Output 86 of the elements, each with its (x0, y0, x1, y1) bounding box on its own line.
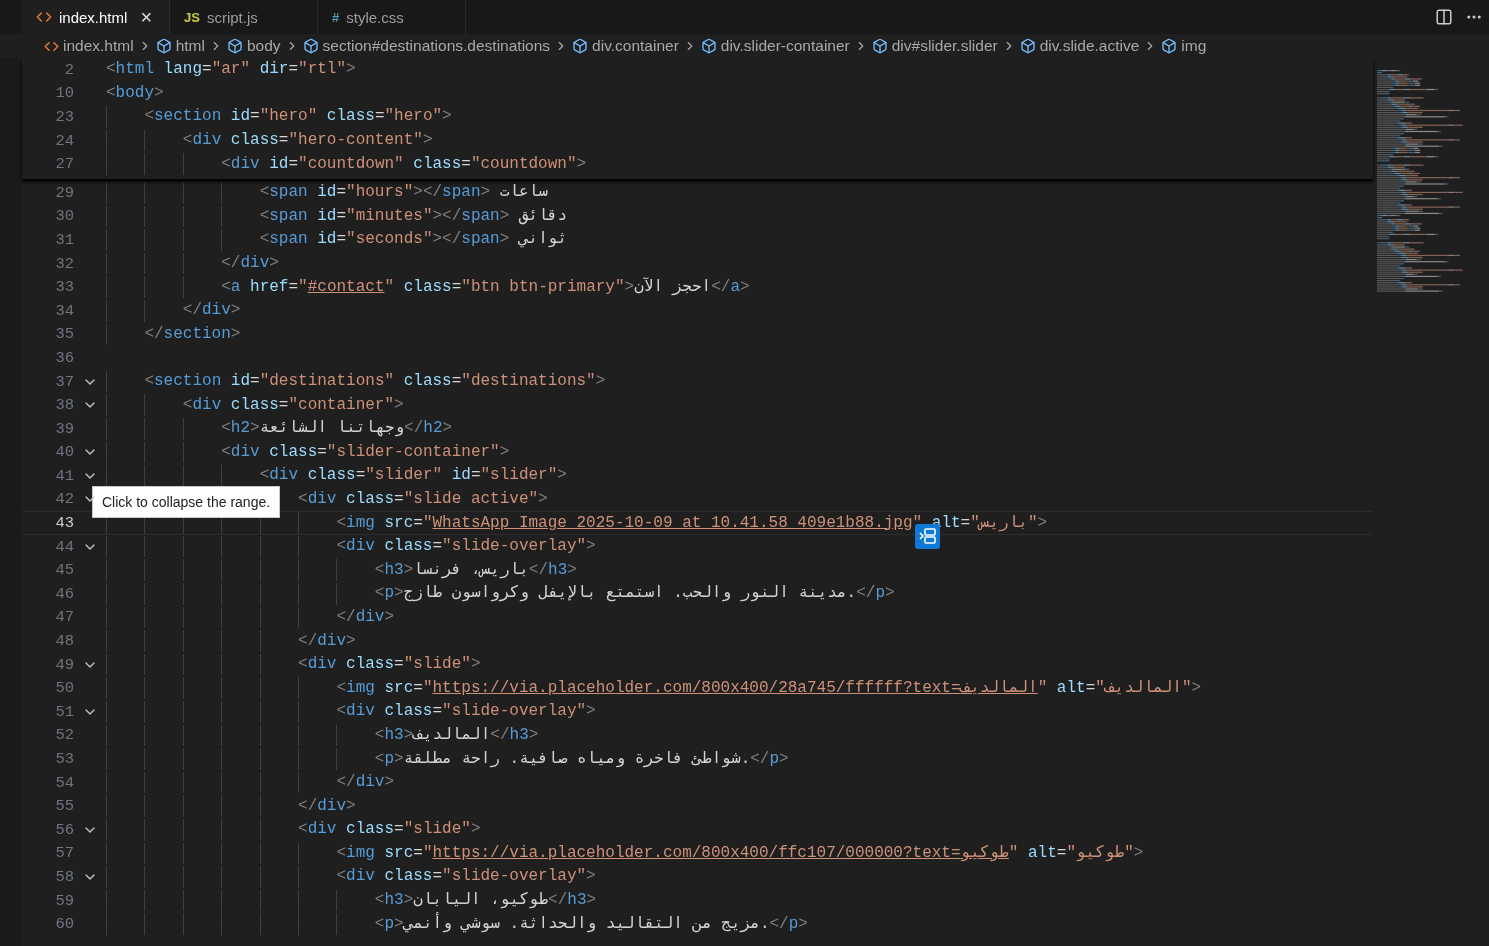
line-number: 23 (54, 108, 74, 126)
line-number: 44 (54, 537, 74, 556)
line-number: 52 (54, 726, 74, 745)
code-line: </div> (221, 253, 279, 275)
breadcrumb-item[interactable]: html (175, 37, 205, 55)
line-number: 33 (54, 278, 74, 297)
cube-icon (302, 38, 319, 54)
code-line: <div id="countdown" class="countdown"> (221, 153, 587, 175)
line-number: 45 (54, 561, 74, 580)
line-number: 40 (54, 443, 74, 462)
code-line: </div> (182, 300, 241, 322)
line-number: 49 (54, 655, 74, 674)
code-line: <div class="slide-overlay"> (336, 536, 596, 558)
code-line: <div class="slider-container"> (221, 441, 510, 463)
line-number: 34 (54, 301, 74, 320)
line-number: 36 (54, 348, 74, 367)
line-number: 37 (54, 372, 74, 391)
code-line: </section> (144, 323, 241, 345)
breadcrumb-item[interactable]: section#destinations.destinations (322, 37, 551, 55)
line-number: 39 (54, 419, 74, 438)
code-line: <div class="hero-content"> (182, 130, 433, 152)
line-number: 51 (54, 702, 74, 721)
cube-icon (1019, 38, 1036, 54)
breadcrumb-item[interactable]: div#slider.slider (891, 37, 998, 55)
breadcrumb-item[interactable]: img (1181, 37, 1207, 55)
line-number: 57 (54, 844, 74, 863)
line-number: 43 (54, 514, 74, 533)
line-number: 54 (54, 773, 74, 792)
line-number: 29 (54, 183, 74, 202)
breadcrumb-item[interactable]: div.slider-container (720, 37, 850, 55)
cube-icon (871, 38, 888, 54)
code-line: <div class="slide"> (298, 654, 481, 676)
code-line: <section id="destinations" class="destinations"> (144, 371, 606, 392)
line-number: 60 (54, 915, 74, 934)
cube-icon (572, 38, 589, 54)
code-line: <body> (106, 82, 164, 104)
breadcrumb-item[interactable]: body (246, 37, 281, 55)
line-number: 59 (54, 891, 74, 910)
tab-label: index.html (59, 8, 128, 26)
tab-label: style.css (346, 8, 404, 26)
breadcrumb-item[interactable]: div.container (592, 37, 679, 55)
code-line: <section id="hero" class="hero"> (144, 106, 452, 128)
cube-icon (700, 38, 717, 54)
line-number: 24 (54, 131, 74, 150)
cube-icon (226, 38, 243, 54)
code-line: <div class="slide-overlay"> (336, 866, 596, 888)
line-number: 58 (54, 868, 74, 886)
cube-icon (1161, 38, 1178, 54)
tab-label: script.js (206, 8, 258, 26)
line-number: 48 (54, 632, 74, 651)
code-line: <div class="slider" id="slider"> (259, 465, 567, 487)
code-line: <div class="slide active"> (298, 489, 548, 510)
code-line: <html lang="ar" dir="rtl"> (106, 59, 356, 81)
breadcrumb-item[interactable]: index.html (63, 37, 134, 55)
line-number: 10 (54, 84, 74, 103)
line-number: 31 (54, 230, 74, 249)
js-file-icon: JS (184, 9, 200, 25)
code-line: </div> (336, 606, 395, 628)
code-file-icon (36, 9, 52, 25)
cube-icon (155, 38, 172, 54)
line-number: 56 (54, 820, 74, 839)
line-number: 35 (54, 325, 74, 344)
breadcrumb-item[interactable]: div.slide.active (1039, 37, 1140, 55)
code-line: </div> (336, 772, 395, 794)
line-number: 41 (54, 466, 74, 485)
line-number: 38 (54, 396, 74, 415)
line-number: 30 (54, 207, 74, 226)
code-line: <div class="container"> (182, 394, 404, 416)
line-number: 2 (63, 60, 74, 79)
split-editor-icon[interactable] (1435, 8, 1453, 26)
code-line: <div class="slide-overlay"> (336, 701, 596, 723)
hash-file-icon: # (332, 9, 340, 25)
line-number: 47 (54, 608, 74, 627)
tooltip: Click to collapse the range. (92, 486, 281, 519)
line-number: 27 (54, 155, 74, 174)
line-number: 32 (54, 254, 74, 273)
code-line: <div class="slide"> (298, 819, 481, 841)
line-number: 42 (54, 490, 74, 509)
line-number: 46 (54, 584, 74, 603)
file-tab[interactable]: index.html × (22, 0, 170, 34)
line-number: 53 (54, 750, 74, 768)
line-number: 55 (54, 797, 74, 816)
code-line: </div> (298, 795, 356, 817)
code-line: </div> (298, 630, 356, 652)
line-number: 50 (54, 679, 74, 698)
close-button[interactable]: × (138, 7, 155, 27)
